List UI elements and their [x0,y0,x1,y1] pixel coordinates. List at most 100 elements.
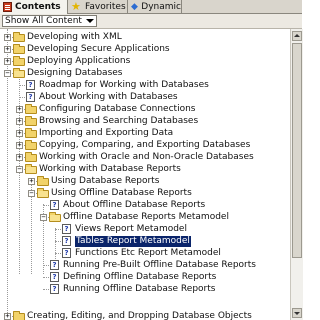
tree-item[interactable]: + Importing and Exporting Data [0,128,290,139]
expand-toggle-icon[interactable]: + [16,142,23,149]
tree-item-label: Developing with XML [27,32,122,42]
help-topic-icon: ? [62,224,71,234]
tree-item[interactable]: + Configuring Database Connections [0,104,290,115]
expand-toggle-icon[interactable]: + [4,58,11,65]
dynamic-icon: ◆ [131,1,138,12]
tab-contents[interactable]: Contents [0,0,68,14]
expand-toggle-icon[interactable]: + [28,178,35,185]
help-topic-icon: ? [26,92,35,102]
tree-item-label: Tables Report Metamodel [75,236,191,247]
folder-icon [25,152,37,162]
tree-item[interactable]: ? About Offline Database Reports [0,200,290,211]
favorites-icon: ★ [71,0,81,13]
help-topic-icon: ? [62,248,71,258]
open-folder-icon [49,212,61,222]
scroll-up-button[interactable] [292,31,302,41]
tree-item-label: Copying, Comparing, and Exporting Databa… [39,140,251,150]
tree-item-label: Views Report Metamodel [75,224,187,234]
help-topic-icon: ? [26,80,35,90]
folder-icon [13,32,25,42]
help-topic-icon: ? [50,200,59,210]
folder-icon [25,140,37,150]
tree-item[interactable]: + Browsing and Searching Databases [0,116,290,127]
tree-item-label: Running Offline Database Reports [63,284,216,294]
tab-favorites[interactable]: ★ Favorites [68,0,128,13]
tree-item[interactable]: ? Tables Report Metamodel [0,236,290,247]
scroll-down-button[interactable] [292,308,302,318]
collapse-toggle-icon[interactable]: − [28,190,35,197]
expand-toggle-icon[interactable]: + [16,154,23,161]
tree-item-label: Offline Database Reports Metamodel [63,212,229,222]
tree-item[interactable]: − Designing Databases [0,68,290,79]
tree-item[interactable]: + Creating, Editing, and Dropping Databas… [0,311,290,320]
tab-favorites-label: Favorites [85,1,126,12]
tree-item[interactable]: − Offline Database Reports Metamodel [0,212,290,223]
help-topic-icon: ? [50,272,59,282]
folder-icon [13,44,25,54]
help-topic-icon: ? [62,236,71,246]
filter-bar: Show All Content [0,14,302,29]
tree-item[interactable]: ? Running Offline Database Reports [0,284,290,295]
tree-item-label: Functions Etc Report Metamodel [75,248,221,258]
tree-item-label: Browsing and Searching Databases [39,116,199,126]
help-topic-icon: ? [50,260,59,270]
contents-icon [3,2,12,12]
expand-toggle-icon[interactable]: + [4,46,11,53]
folder-icon [13,311,25,320]
tree-item[interactable]: ? Defining Offline Database Reports [0,272,290,283]
tab-strip: Contents ★ Favorites ◆ Dynamic [0,0,302,14]
tree-item[interactable]: ? Views Report Metamodel [0,224,290,235]
tree-item[interactable]: + Developing with XML [0,32,290,43]
tab-contents-label: Contents [15,2,61,12]
folder-icon [37,176,49,186]
tree-item[interactable]: ? About Working with Databases [0,92,290,103]
tree-item-label: About Offline Database Reports [63,200,206,210]
folder-icon [25,104,37,114]
tree-item[interactable]: ? Running Pre-Built Offline Database Repo… [0,260,290,271]
tree-item-label: Working with Oracle and Non-Oracle Datab… [39,152,254,162]
tree-item-label: Roadmap for Working with Databases [39,80,209,90]
tree-item-label: Deploying Applications [27,56,131,66]
show-filter-dropdown[interactable]: Show All Content [2,15,97,27]
tree-item[interactable]: + Working with Oracle and Non-Oracle Data… [0,152,290,163]
tree-item[interactable]: + Using Database Reports [0,176,290,187]
collapse-toggle-icon[interactable]: − [4,70,11,77]
tab-dynamic[interactable]: ◆ Dynamic [128,0,182,13]
tree-item-label: Developing Secure Applications [27,44,170,54]
tree-item[interactable]: + Copying, Comparing, and Exporting Datab… [0,140,290,151]
folder-icon [25,128,37,138]
tree-item[interactable]: − Working with Database Reports [0,164,290,175]
chevron-down-icon [85,19,94,23]
tree-item-label: Importing and Exporting Data [39,128,174,138]
tree-item[interactable]: − Using Offline Database Reports [0,188,290,199]
collapse-toggle-icon[interactable]: − [16,166,23,173]
tree-item[interactable]: + Deploying Applications [0,56,290,67]
tree-item-label: Designing Databases [27,68,123,78]
tree-item-label: Using Offline Database Reports [51,188,192,198]
expand-toggle-icon[interactable]: + [4,313,11,320]
tree-item-label: Using Database Reports [51,176,160,186]
help-topic-icon: ? [50,284,59,294]
expand-toggle-icon[interactable]: + [16,130,23,137]
expand-toggle-icon[interactable]: + [16,106,23,113]
tree-item-label: Configuring Database Connections [39,104,196,114]
scrollbar-thumb[interactable] [292,43,302,258]
tree-item[interactable]: + Developing Secure Applications [0,44,290,55]
open-folder-icon [25,164,37,174]
open-folder-icon [37,188,49,198]
expand-toggle-icon[interactable]: + [4,34,11,41]
open-folder-icon [13,68,25,78]
tab-dynamic-label: Dynamic [141,1,181,12]
tree-item-label: Running Pre-Built Offline Database Repor… [63,260,256,270]
tree-item[interactable]: ? Roadmap for Working with Databases [0,80,290,91]
expand-toggle-icon[interactable]: + [16,118,23,125]
tree-item-label: Defining Offline Database Reports [63,272,217,282]
tree-item[interactable]: ? Functions Etc Report Metamodel [0,248,290,259]
tree-scrollbar[interactable] [290,29,303,320]
collapse-toggle-icon[interactable]: − [40,214,47,221]
tree-item-label: Working with Database Reports [39,164,181,174]
folder-icon [13,56,25,66]
show-filter-label: Show All Content [5,16,82,26]
tree-item-label: About Working with Databases [39,92,178,102]
tree-item-label: Creating, Editing, and Dropping Database… [27,311,252,320]
